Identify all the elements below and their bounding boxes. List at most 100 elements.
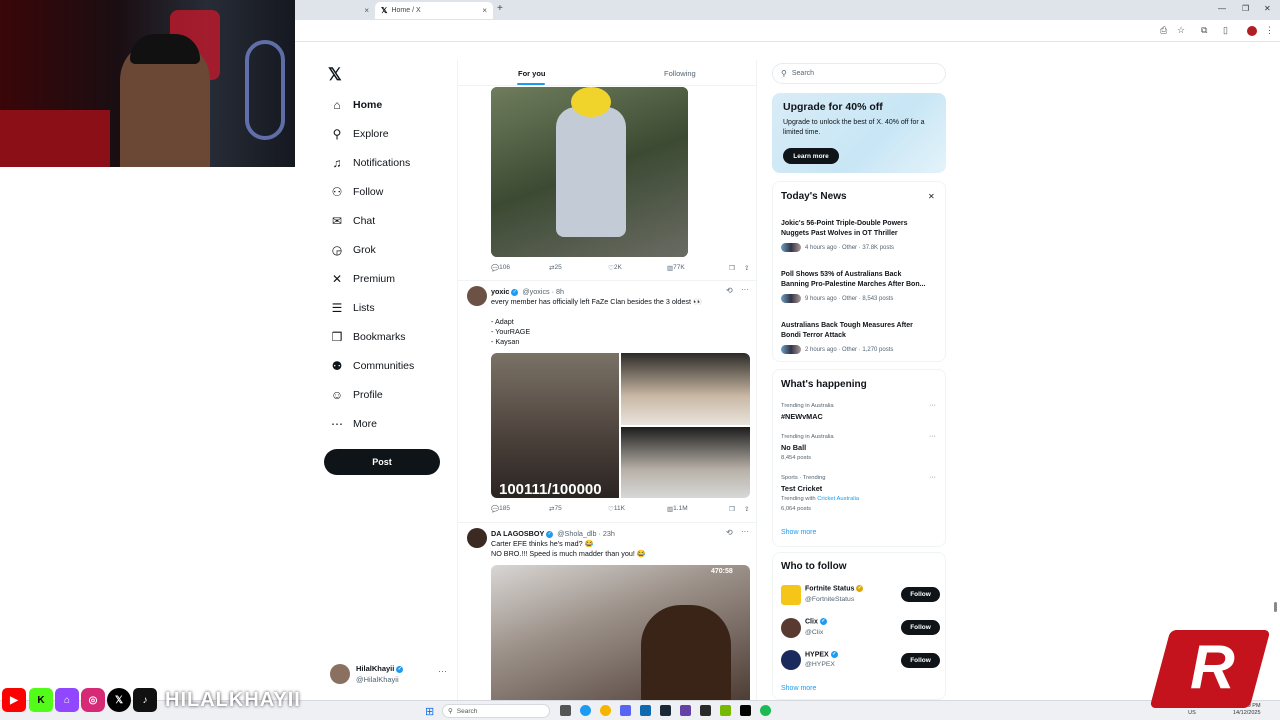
author-name[interactable]: yoxic (491, 287, 509, 296)
nav-item-bookmarks[interactable]: ❒ Bookmarks (330, 326, 406, 348)
show-more-link[interactable]: Show more (781, 529, 816, 536)
nav-item-more[interactable]: ⋯ More (330, 413, 377, 435)
nav-item-communities[interactable]: ⚉ Communities (330, 355, 415, 377)
avatar[interactable] (781, 650, 801, 670)
bookmark-icon[interactable]: ❒ (729, 264, 735, 272)
author-handle[interactable]: @Shola_dlb (557, 529, 596, 538)
news-headline[interactable]: Jokic's 56-Point Triple-Double Powers Nu… (781, 219, 931, 238)
trend-name[interactable]: No Ball (781, 443, 806, 452)
account-name-row[interactable]: HYPEX ✓ (805, 651, 840, 658)
chrome-icon[interactable] (600, 705, 611, 716)
tweet-time[interactable]: · 8h (552, 287, 564, 296)
views-button[interactable]: ▥ 77K (667, 264, 685, 272)
nvidia-icon[interactable] (720, 705, 731, 716)
close-window-button[interactable]: ✕ (1264, 4, 1271, 13)
tab-for-you[interactable]: For you (518, 69, 546, 78)
tweet-image[interactable] (621, 427, 750, 498)
app-icon[interactable] (740, 705, 751, 716)
share-icon[interactable]: ⇪ (744, 264, 749, 272)
twitch-icon[interactable] (680, 705, 691, 716)
learn-more-button[interactable]: Learn more (783, 148, 839, 164)
sidebar-icon[interactable]: ▯ (1223, 25, 1228, 36)
follow-button[interactable]: Follow (901, 587, 940, 602)
profile-avatar[interactable] (1247, 26, 1257, 36)
nav-item-explore[interactable]: ⚲ Explore (330, 123, 389, 145)
account-switcher[interactable]: HilalKhayii ✓ @HilalKhayii ··· (330, 662, 450, 688)
news-headline[interactable]: Australians Back Tough Measures After Bo… (781, 321, 931, 340)
nav-item-lists[interactable]: ☰ Lists (330, 297, 375, 319)
avatar[interactable] (781, 618, 801, 638)
trend-name[interactable]: Test Cricket (781, 484, 822, 493)
new-tab-button[interactable]: + (497, 3, 503, 14)
nav-item-premium[interactable]: ✕ Premium (330, 268, 395, 290)
app-icon[interactable] (640, 705, 651, 716)
trend-name[interactable]: #NEWvMAC (781, 412, 823, 421)
like-button[interactable]: ♡ 11K (608, 505, 625, 513)
nav-item-notifications[interactable]: ♫ Notifications (330, 152, 411, 174)
more-icon[interactable]: ··· (929, 433, 936, 440)
browser-tab-active[interactable]: 𝕏 Home / X × (375, 2, 493, 19)
tweet-image[interactable] (491, 87, 688, 257)
avatar[interactable] (467, 528, 487, 548)
account-name-row[interactable]: Fortnite Status ✓ (805, 585, 865, 592)
follow-button[interactable]: Follow (901, 620, 940, 635)
like-button[interactable]: ♡ 2K (608, 264, 622, 272)
show-more-link[interactable]: Show more (781, 685, 816, 692)
trend-with-link[interactable]: Cricket Australia (817, 496, 859, 502)
close-icon[interactable]: ✕ (928, 192, 935, 201)
grok-icon[interactable]: ⟲ (726, 528, 733, 537)
reply-button[interactable]: 💬 185 (491, 505, 510, 513)
more-icon[interactable]: ··· (929, 402, 936, 409)
nav-item-chat[interactable]: ✉ Chat (330, 210, 375, 232)
grok-icon[interactable]: ⟲ (726, 286, 733, 295)
tab-following[interactable]: Following (664, 69, 696, 78)
account-name-row[interactable]: Clix ✓ (805, 618, 829, 625)
x-logo-icon[interactable]: 𝕏 (328, 65, 342, 85)
browser-tab-inactive[interactable]: × (295, 2, 375, 19)
steam-icon[interactable] (660, 705, 671, 716)
news-headline[interactable]: Poll Shows 53% of Australians Back Banni… (781, 270, 931, 289)
discord-icon[interactable] (620, 705, 631, 716)
spotify-icon[interactable] (760, 705, 771, 716)
scrollbar-thumb[interactable] (1274, 602, 1277, 612)
tab-close-icon[interactable]: × (364, 6, 369, 15)
star-icon[interactable]: ☆ (1177, 25, 1185, 36)
more-icon[interactable]: ··· (741, 285, 749, 294)
repost-button[interactable]: ⇄ 75 (549, 505, 562, 513)
tweet-image-grid[interactable]: 100111/100000 (491, 353, 750, 498)
tweet-image[interactable] (621, 353, 750, 425)
more-icon[interactable]: ··· (438, 666, 447, 676)
more-icon[interactable]: ··· (741, 527, 749, 536)
author-handle[interactable]: @yoxics (522, 287, 549, 296)
tweet-video[interactable]: 470:58 (491, 565, 750, 700)
tab-close-icon[interactable]: × (482, 6, 487, 15)
post-button[interactable]: Post (324, 449, 440, 475)
share-icon[interactable]: ⇪ (744, 505, 749, 513)
search-input[interactable]: ⚲ Search (772, 63, 946, 84)
tweet-image[interactable] (491, 353, 619, 498)
more-icon[interactable]: ··· (929, 474, 936, 481)
avatar[interactable] (467, 286, 487, 306)
windows-start-icon[interactable]: ⊞ (425, 705, 434, 718)
repost-button[interactable]: ⇄ 25 (549, 264, 562, 272)
menu-icon[interactable]: ⋮ (1265, 25, 1274, 36)
avatar[interactable] (781, 585, 801, 605)
follow-button[interactable]: Follow (901, 653, 940, 668)
maximize-button[interactable]: ❐ (1242, 4, 1249, 13)
nav-item-home[interactable]: ⌂ Home (330, 94, 382, 116)
nav-item-profile[interactable]: ☺ Profile (330, 384, 383, 406)
minimize-button[interactable]: — (1218, 4, 1226, 13)
file-explorer-icon[interactable] (560, 705, 571, 716)
obs-icon[interactable] (700, 705, 711, 716)
tweet-time[interactable]: · 23h (599, 529, 615, 538)
taskbar-search[interactable]: ⚲ Search (442, 704, 550, 718)
views-button[interactable]: ▥ 1.1M (667, 505, 688, 513)
nav-item-follow[interactable]: ⚇ Follow (330, 181, 384, 203)
reply-button[interactable]: 💬 106 (491, 264, 510, 272)
author-name[interactable]: DA LAGOSBOY (491, 529, 544, 538)
nav-item-grok[interactable]: ◶ Grok (330, 239, 376, 261)
edge-icon[interactable] (580, 705, 591, 716)
install-icon[interactable]: ⎙ (1160, 25, 1167, 36)
bookmark-icon[interactable]: ❒ (729, 505, 735, 513)
extensions-icon[interactable]: ⧉ (1201, 25, 1207, 36)
